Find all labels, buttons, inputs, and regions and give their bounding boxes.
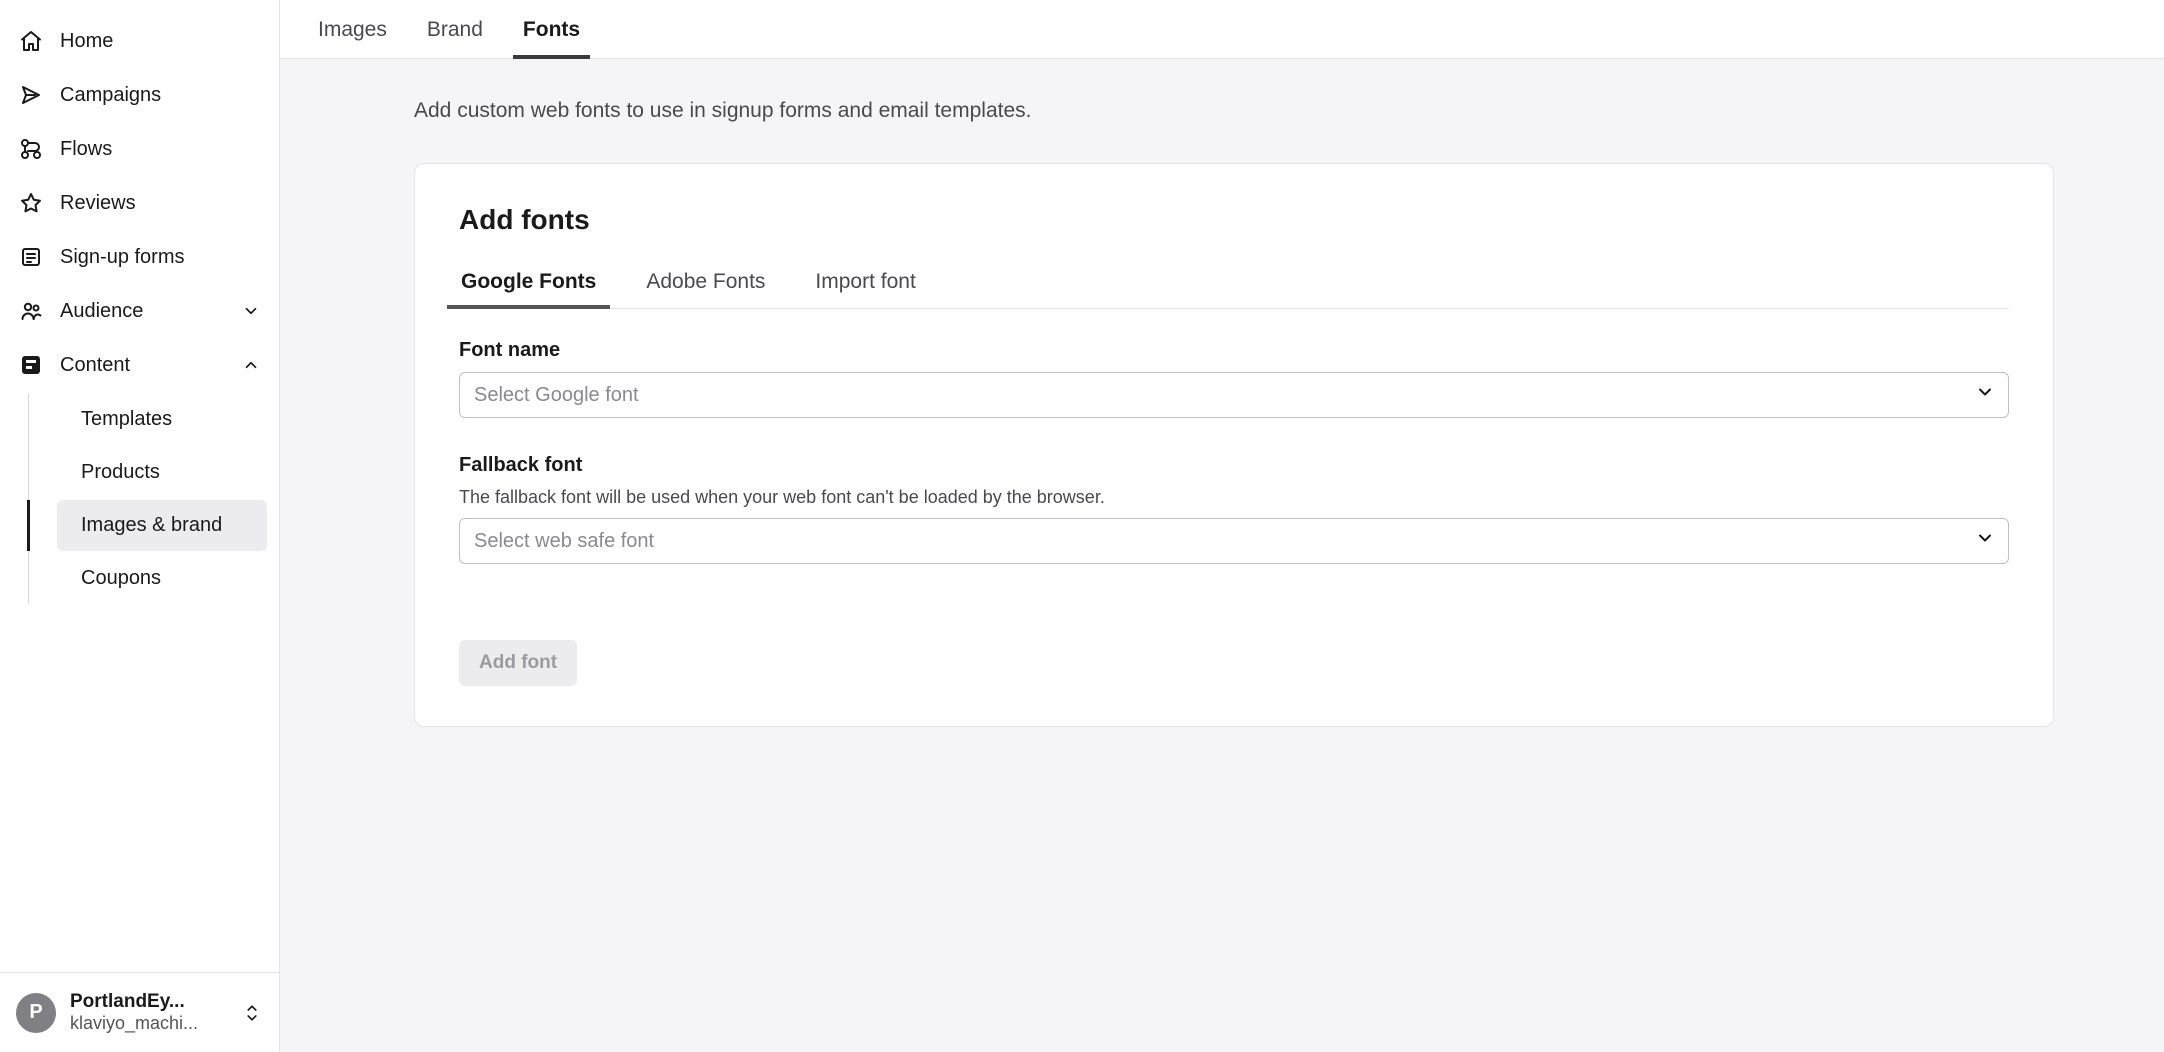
flows-icon [18, 136, 44, 162]
account-name: PortlandEy... [70, 991, 227, 1013]
sidebar-item-label: Reviews [60, 192, 136, 215]
home-icon [18, 28, 44, 54]
field-font-name: Font name Select Google font [459, 339, 2009, 418]
tab-label: Images [318, 18, 387, 41]
avatar: P [16, 993, 56, 1033]
font-name-select[interactable]: Select Google font [459, 372, 2009, 418]
sidebar-item-reviews[interactable]: Reviews [0, 176, 279, 230]
inner-tab-label: Adobe Fonts [646, 270, 765, 293]
account-switcher[interactable]: P PortlandEy... klaviyo_machi... [0, 972, 279, 1052]
tab-images[interactable]: Images [316, 0, 389, 58]
fallback-font-select[interactable]: Select web safe font [459, 518, 2009, 564]
inner-tab-adobe-fonts[interactable]: Adobe Fonts [644, 260, 767, 308]
content-scroll: Add custom web fonts to use in signup fo… [280, 59, 2164, 1052]
send-icon [18, 82, 44, 108]
audience-icon [18, 298, 44, 324]
account-text: PortlandEy... klaviyo_machi... [70, 991, 227, 1034]
add-fonts-card: Add fonts Google Fonts Adobe Fonts Impor… [414, 163, 2054, 727]
sidebar-item-flows[interactable]: Flows [0, 122, 279, 176]
nav: Home Campaigns Flows Reviews [0, 0, 279, 972]
sidebar: Home Campaigns Flows Reviews [0, 0, 280, 1052]
subnav-products[interactable]: Products [57, 447, 267, 498]
inner-tab-label: Import font [815, 270, 915, 293]
tab-brand[interactable]: Brand [425, 0, 485, 58]
field-fallback-font: Fallback font The fallback font will be … [459, 454, 2009, 564]
add-font-button[interactable]: Add font [459, 640, 577, 686]
chevron-up-icon [241, 355, 261, 375]
card-title: Add fonts [459, 204, 2009, 236]
font-source-tabs: Google Fonts Adobe Fonts Import font [459, 260, 2009, 309]
inner-tab-import-font[interactable]: Import font [813, 260, 917, 308]
sidebar-item-label: Campaigns [60, 84, 161, 107]
page-description: Add custom web fonts to use in signup fo… [414, 99, 2054, 123]
select-placeholder: Select web safe font [474, 530, 654, 553]
chevron-down-icon [241, 301, 261, 321]
inner-tab-label: Google Fonts [461, 270, 596, 293]
sidebar-item-audience[interactable]: Audience [0, 284, 279, 338]
account-sub: klaviyo_machi... [70, 1013, 227, 1034]
font-name-label: Font name [459, 339, 2009, 362]
content-subnav: Templates Products Images & brand Coupon… [28, 394, 279, 604]
subnav-images-brand[interactable]: Images & brand [57, 500, 267, 551]
main: Images Brand Fonts Add custom web fonts … [280, 0, 2164, 1052]
subnav-item-label: Products [81, 461, 160, 484]
fallback-help: The fallback font will be used when your… [459, 487, 2009, 508]
subnav-item-label: Coupons [81, 567, 161, 590]
top-tabs: Images Brand Fonts [280, 0, 2164, 59]
sidebar-item-label: Home [60, 30, 113, 53]
updown-icon [241, 1000, 263, 1026]
sidebar-item-label: Audience [60, 300, 143, 323]
tab-label: Fonts [523, 18, 580, 41]
sidebar-item-label: Flows [60, 138, 112, 161]
button-label: Add font [479, 652, 557, 673]
star-icon [18, 190, 44, 216]
select-placeholder: Select Google font [474, 384, 639, 407]
tab-label: Brand [427, 18, 483, 41]
subnav-item-label: Templates [81, 408, 172, 431]
sidebar-item-signup-forms[interactable]: Sign-up forms [0, 230, 279, 284]
sidebar-item-campaigns[interactable]: Campaigns [0, 68, 279, 122]
form-icon [18, 244, 44, 270]
sidebar-item-content[interactable]: Content [0, 338, 279, 392]
sidebar-item-label: Content [60, 354, 130, 377]
sidebar-item-home[interactable]: Home [0, 14, 279, 68]
sidebar-item-label: Sign-up forms [60, 246, 185, 269]
subnav-item-label: Images & brand [81, 514, 222, 537]
subnav-templates[interactable]: Templates [57, 394, 267, 445]
inner-tab-google-fonts[interactable]: Google Fonts [459, 260, 598, 308]
subnav-coupons[interactable]: Coupons [57, 553, 267, 604]
tab-fonts[interactable]: Fonts [521, 0, 582, 58]
content-icon [18, 352, 44, 378]
fallback-label: Fallback font [459, 454, 2009, 477]
